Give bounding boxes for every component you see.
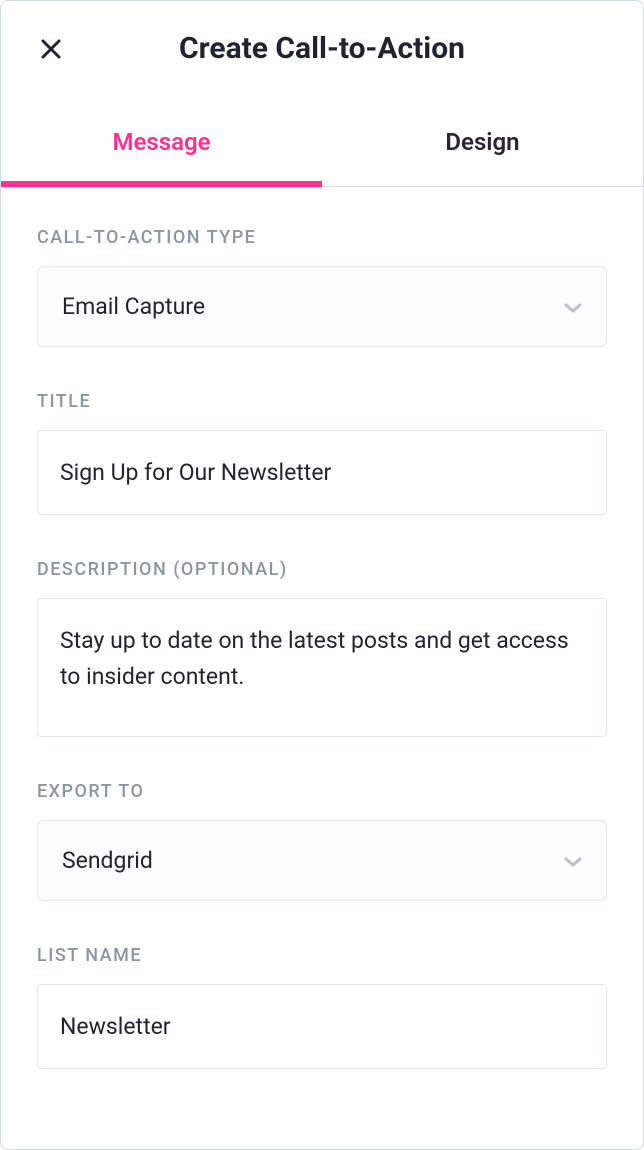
- cta-type-select[interactable]: Email Capture: [37, 266, 607, 347]
- tabs: Message Design: [1, 94, 643, 187]
- list-name-input[interactable]: [37, 984, 607, 1069]
- export-to-select[interactable]: Sendgrid: [37, 820, 607, 901]
- panel-header: Create Call-to-Action: [1, 1, 643, 94]
- cta-type-label: CALL-TO-ACTION TYPE: [37, 227, 607, 248]
- description-label: DESCRIPTION (OPTIONAL): [37, 559, 607, 580]
- tab-design-label: Design: [445, 128, 519, 156]
- cta-type-value: Email Capture: [62, 293, 205, 320]
- tab-message[interactable]: Message: [1, 94, 322, 186]
- form: CALL-TO-ACTION TYPE Email Capture TITLE …: [1, 187, 643, 1105]
- export-to-value: Sendgrid: [62, 847, 153, 874]
- tab-design[interactable]: Design: [322, 94, 643, 186]
- tab-message-label: Message: [112, 128, 210, 156]
- chevron-down-icon: [564, 293, 582, 320]
- list-name-label: LIST NAME: [37, 945, 607, 966]
- cta-panel: Create Call-to-Action Message Design CAL…: [0, 0, 644, 1150]
- page-title: Create Call-to-Action: [37, 31, 607, 66]
- title-label: TITLE: [37, 391, 607, 412]
- description-textarea[interactable]: Stay up to date on the latest posts and …: [37, 598, 607, 737]
- title-input[interactable]: [37, 430, 607, 515]
- export-to-label: EXPORT TO: [37, 781, 607, 802]
- chevron-down-icon: [564, 847, 582, 874]
